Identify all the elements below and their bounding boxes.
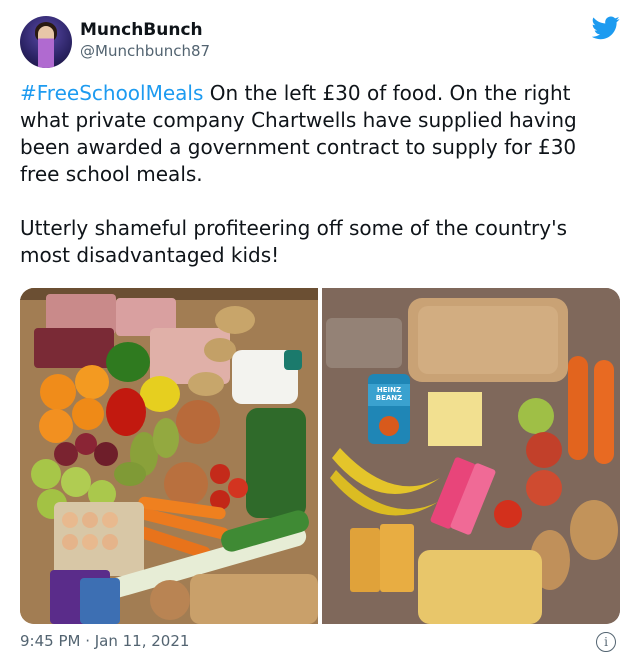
twitter-bird-icon[interactable] <box>592 16 620 40</box>
photo-right-food-parcel[interactable]: HEINZ BEANZ <box>322 288 620 624</box>
tweet-timestamp[interactable]: 9:45 PM · Jan 11, 2021 <box>20 632 189 650</box>
avatar-figure <box>38 26 54 68</box>
info-icon[interactable]: i <box>596 632 616 652</box>
author-handle[interactable]: @Munchbunch87 <box>80 42 210 60</box>
avatar[interactable] <box>20 16 72 68</box>
photo-left-groceries[interactable] <box>20 288 318 624</box>
tweet-paragraph-1: #FreeSchoolMeals On the left £30 of food… <box>20 80 620 188</box>
author-name[interactable]: MunchBunch <box>80 20 203 40</box>
beans-tin-label: HEINZ BEANZ <box>375 386 403 402</box>
hashtag-link[interactable]: #FreeSchoolMeals <box>20 81 203 105</box>
food-parcel-illustration <box>322 288 620 624</box>
groceries-illustration <box>20 288 318 624</box>
tweet-paragraph-2: Utterly shameful profiteering off some o… <box>20 216 568 267</box>
tweet-text: #FreeSchoolMeals On the left £30 of food… <box>20 80 620 269</box>
photo-grid: HEINZ BEANZ <box>20 288 620 624</box>
